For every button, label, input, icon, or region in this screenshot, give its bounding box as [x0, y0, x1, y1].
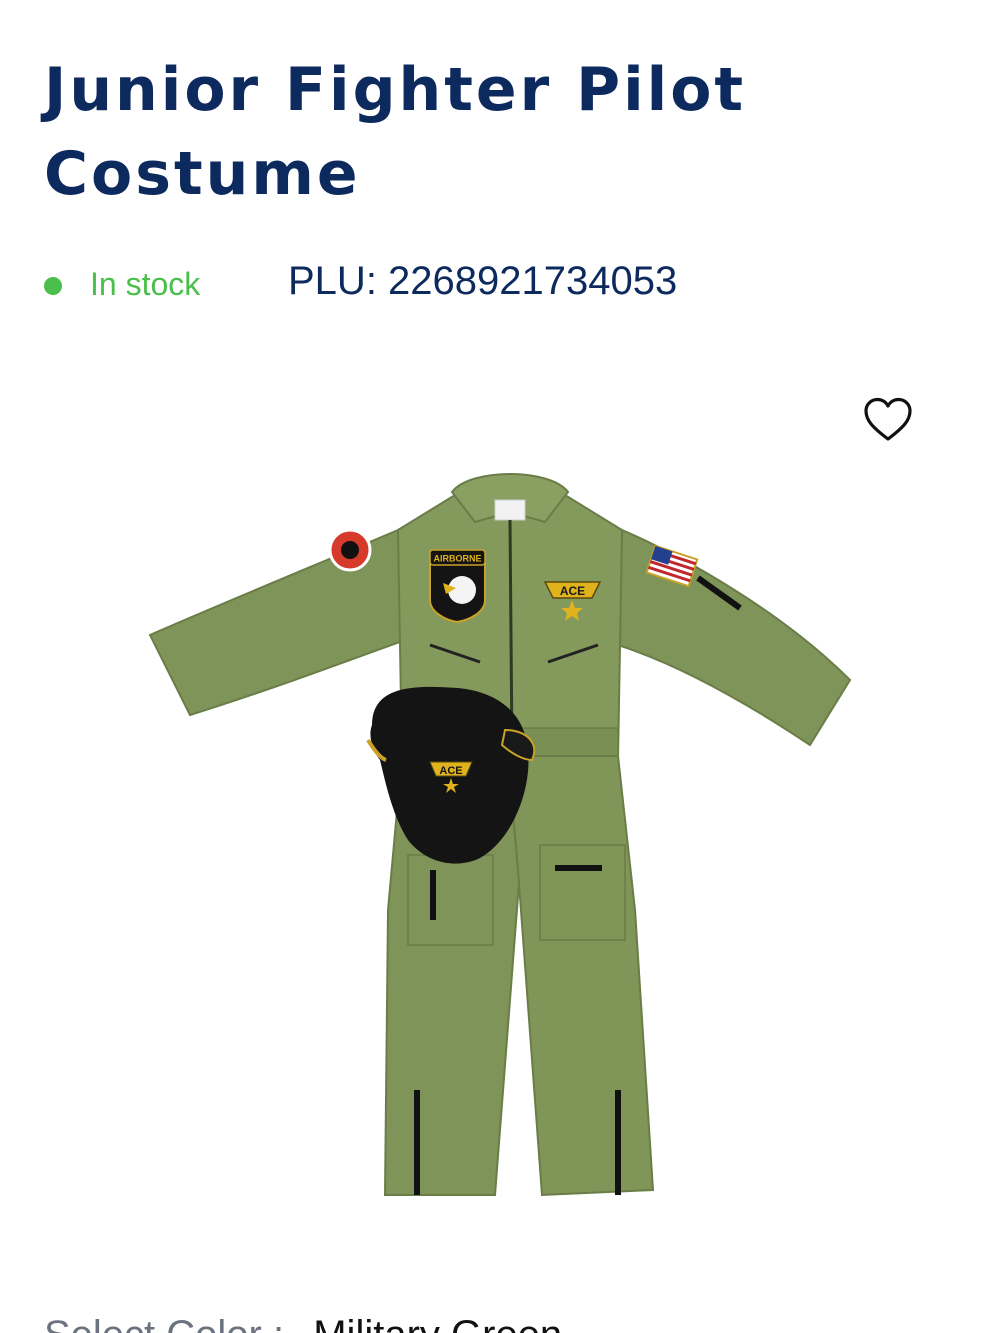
chest-patch-text: ACE — [560, 584, 585, 598]
product-title: Junior Fighter Pilot Costume — [44, 48, 944, 216]
product-plu: PLU: 2268921734053 — [288, 259, 678, 303]
product-title-line-2: Costume — [44, 139, 361, 209]
sleeve-patch-text: AIRBORNE — [433, 554, 481, 564]
right-leg — [506, 755, 655, 1197]
cap-patch-text: ACE — [439, 765, 462, 777]
product-image[interactable]: AIRBORNE ACE ACE — [140, 460, 860, 1210]
stock-status: In stock — [90, 266, 201, 302]
color-selector-value: Military Green — [313, 1313, 562, 1333]
color-selector[interactable]: Select Color : Military Green — [44, 1310, 944, 1333]
product-status-row: In stock PLU: 2268921734053 — [44, 256, 944, 306]
flight-suit-illustration: AIRBORNE ACE ACE — [148, 473, 852, 1197]
wishlist-button[interactable] — [862, 396, 914, 444]
heart-outline-icon — [864, 397, 912, 441]
color-selector-label: Select Color : — [44, 1313, 284, 1333]
product-title-line-1: Junior Fighter Pilot — [44, 55, 747, 125]
in-stock-indicator-icon — [44, 277, 62, 295]
product-page: Junior Fighter Pilot Costume In stock PL… — [0, 0, 1000, 1333]
